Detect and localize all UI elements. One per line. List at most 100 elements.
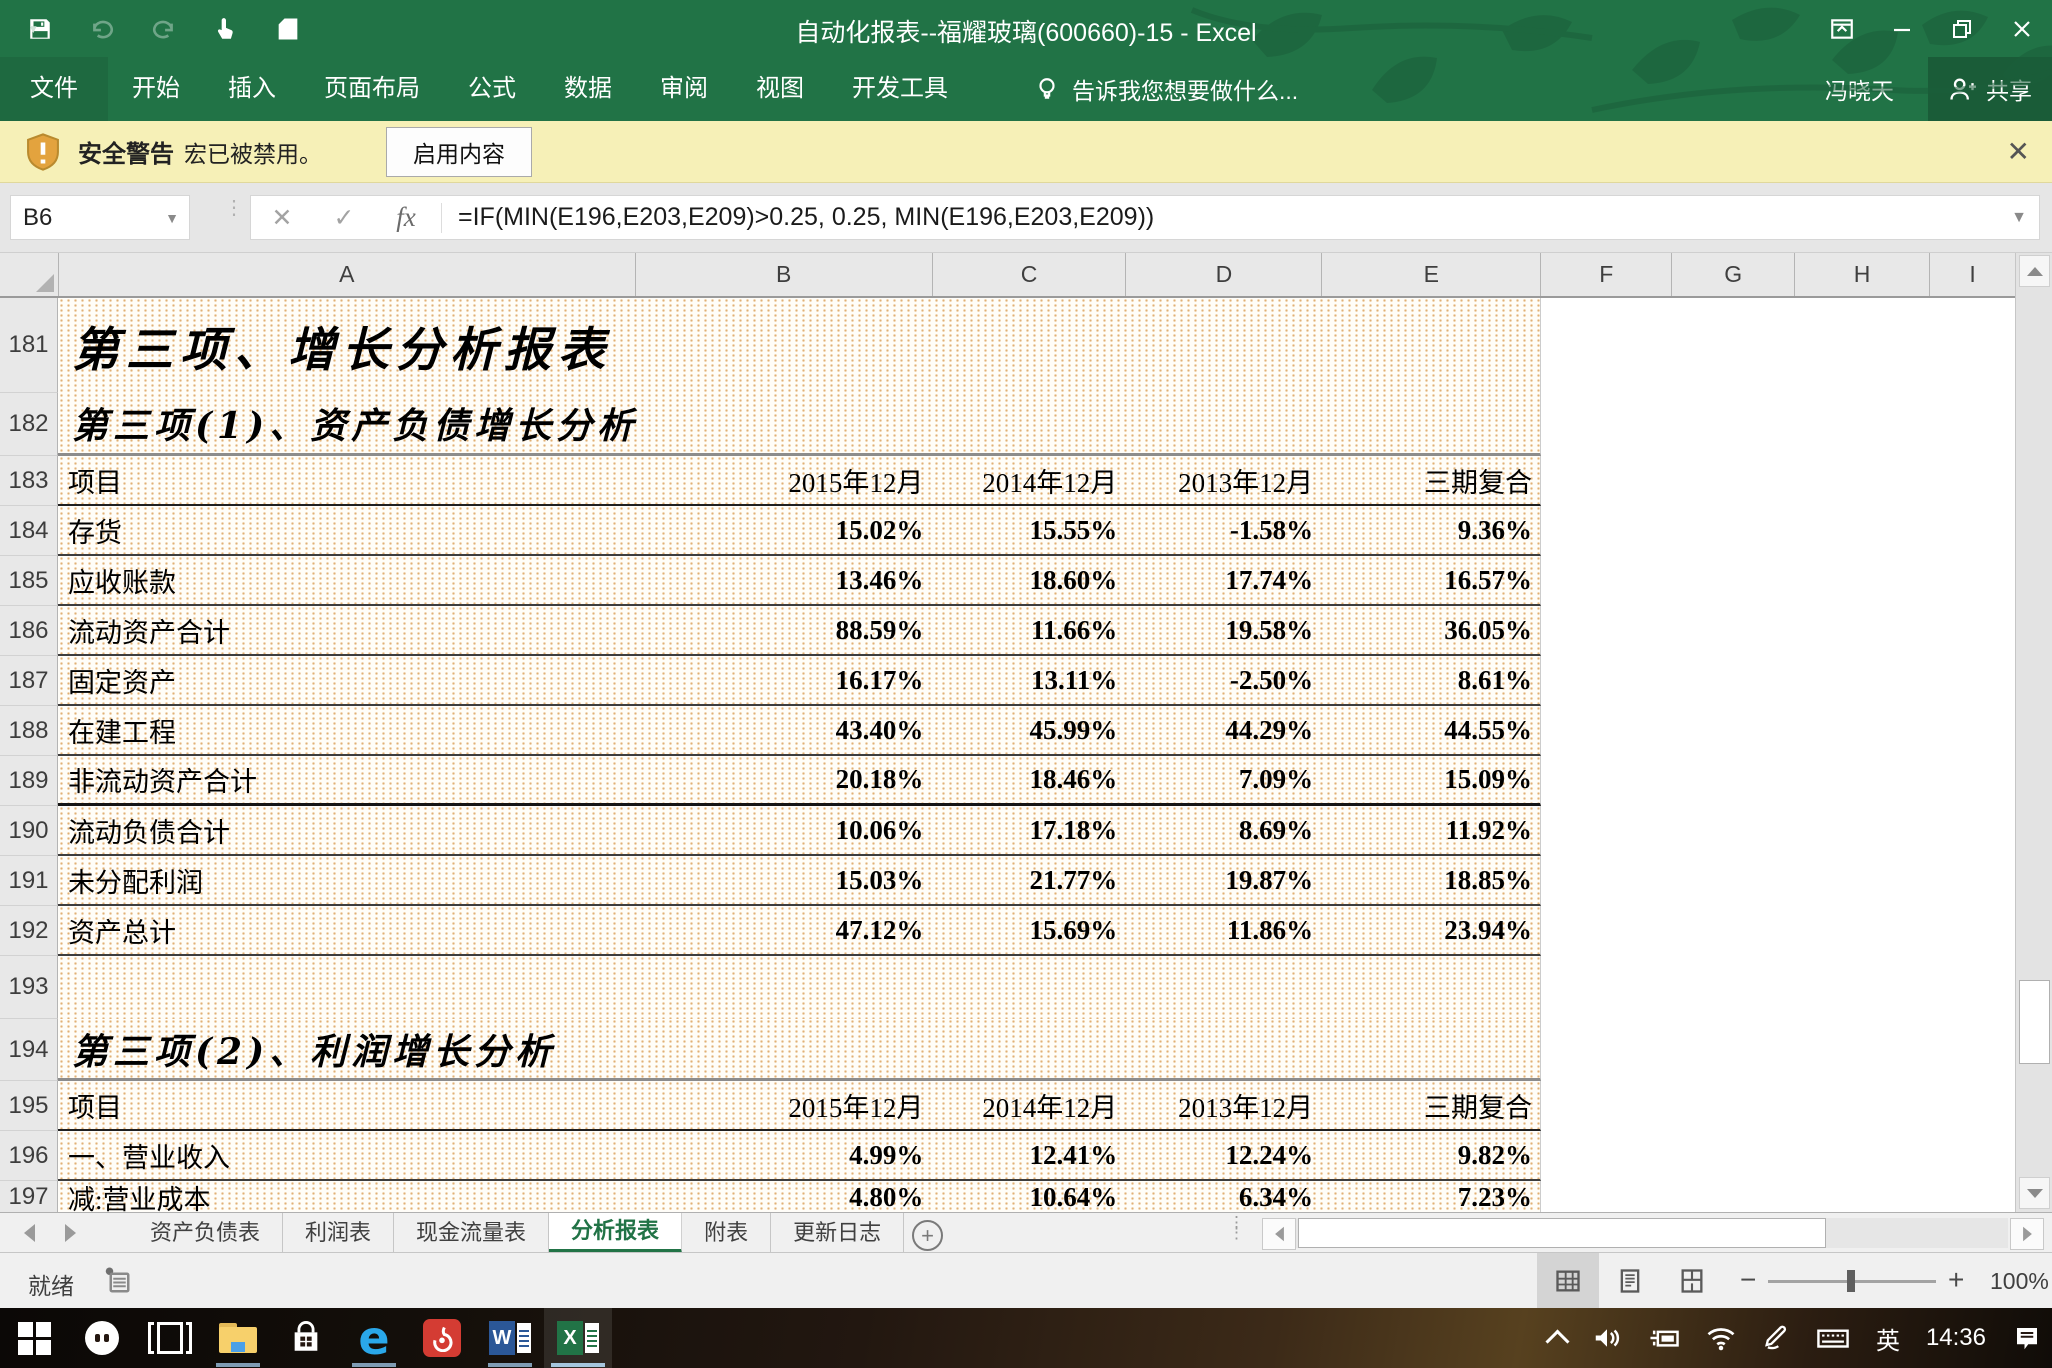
close-icon[interactable] [1992, 0, 2052, 57]
scroll-down-icon[interactable] [2019, 1177, 2050, 1209]
message-bar-close-icon[interactable]: ✕ [2007, 138, 2030, 166]
scroll-up-icon[interactable] [2019, 255, 2050, 287]
cell-A187[interactable]: 固定资产 [58, 656, 635, 704]
ribbon-tab-公式[interactable]: 公式 [444, 57, 540, 121]
column-header-A[interactable]: A [59, 252, 636, 296]
cell-C185[interactable]: 18.60% [931, 556, 1125, 604]
tray-chevron-icon[interactable] [1549, 1327, 1566, 1350]
column-header-B[interactable]: B [636, 252, 933, 296]
ribbon-tab-插入[interactable]: 插入 [204, 57, 300, 121]
formula-expand-icon[interactable]: ▼ [2011, 209, 2027, 227]
cell-D187[interactable]: -2.50% [1125, 656, 1321, 704]
speaker-icon[interactable] [1592, 1323, 1622, 1353]
cell-B187[interactable]: 16.17% [635, 656, 932, 704]
cell-C188[interactable]: 45.99% [931, 706, 1125, 754]
ribbon-tab-数据[interactable]: 数据 [540, 57, 636, 121]
cell-B196[interactable]: 4.99% [635, 1131, 932, 1179]
user-name[interactable]: 冯晓天 [1825, 72, 1894, 106]
cell-E184[interactable]: 9.36% [1321, 506, 1540, 554]
page-layout-view-icon[interactable] [1599, 1253, 1661, 1309]
row-header-181[interactable]: 181 [0, 298, 58, 393]
column-header-H[interactable]: H [1795, 252, 1930, 296]
cell-E185[interactable]: 16.57% [1321, 556, 1540, 604]
cell-A192[interactable]: 资产总计 [58, 906, 635, 954]
formula-text[interactable]: =IF(MIN(E196,E203,E209)>0.25, 0.25, MIN(… [458, 203, 2011, 232]
row-header-192[interactable]: 192 [0, 906, 58, 956]
cell-C190[interactable]: 17.18% [931, 806, 1125, 854]
tab-nav-right-icon[interactable] [65, 1224, 76, 1242]
store-icon[interactable] [272, 1308, 340, 1368]
ime-indicator[interactable]: 英 [1876, 1321, 1900, 1356]
cell-A195[interactable]: 项目 [58, 1081, 635, 1129]
ribbon-tab-审阅[interactable]: 审阅 [636, 57, 732, 121]
cell-C184[interactable]: 15.55% [931, 506, 1125, 554]
cell-B190[interactable]: 10.06% [635, 806, 932, 854]
touch-keyboard-icon[interactable] [1816, 1323, 1850, 1353]
cell-E186[interactable]: 36.05% [1321, 606, 1540, 654]
row-header-193[interactable]: 193 [0, 956, 58, 1019]
cell-D186[interactable]: 19.58% [1125, 606, 1321, 654]
cell-A183[interactable]: 项目 [58, 456, 635, 504]
cell-A196[interactable]: 一、营业收入 [58, 1131, 635, 1179]
cell-A190[interactable]: 流动负债合计 [58, 806, 635, 854]
zoom-out-icon[interactable]: − [1740, 1266, 1756, 1294]
minimize-icon[interactable] [1872, 0, 1932, 57]
cell-D192[interactable]: 11.86% [1125, 906, 1321, 954]
new-sheet-icon[interactable]: + [912, 1220, 943, 1251]
cell-C183[interactable]: 2014年12月 [931, 456, 1125, 504]
qat-customize-dropdown-icon[interactable]: ▾ [30, 0, 37, 57]
cortana-icon[interactable] [68, 1308, 136, 1368]
sheet-tab-更新日志[interactable]: 更新日志 [771, 1213, 904, 1253]
horizontal-scroll-thumb[interactable] [1298, 1218, 1826, 1248]
tell-me-box[interactable]: 告诉我您想要做什么... [1034, 72, 1298, 106]
tab-resize-handle[interactable]: ⋮⋮ [1228, 1218, 1245, 1238]
cell-D188[interactable]: 44.29% [1125, 706, 1321, 754]
cell-D184[interactable]: -1.58% [1125, 506, 1321, 554]
column-header-I[interactable]: I [1930, 252, 2016, 296]
cell-A186[interactable]: 流动资产合计 [58, 606, 635, 654]
row-header-195[interactable]: 195 [0, 1081, 58, 1131]
cell-D190[interactable]: 8.69% [1125, 806, 1321, 854]
enable-content-button[interactable]: 启用内容 [386, 127, 532, 177]
cell-C186[interactable]: 11.66% [931, 606, 1125, 654]
cell-C197[interactable]: 10.64% [931, 1181, 1125, 1214]
cell-B189[interactable]: 20.18% [635, 756, 932, 803]
cell-B191[interactable]: 15.03% [635, 856, 932, 904]
cell-C195[interactable]: 2014年12月 [931, 1081, 1125, 1129]
cell-B192[interactable]: 47.12% [635, 906, 932, 954]
cell-E189[interactable]: 15.09% [1321, 756, 1540, 803]
scroll-right-icon[interactable] [2010, 1218, 2044, 1250]
select-all-corner[interactable] [0, 252, 59, 296]
row-header-187[interactable]: 187 [0, 656, 58, 706]
cell-B183[interactable]: 2015年12月 [635, 456, 932, 504]
column-header-F[interactable]: F [1541, 252, 1672, 296]
file-explorer-icon[interactable] [204, 1308, 272, 1368]
battery-icon[interactable] [1648, 1323, 1680, 1353]
cell-A189[interactable]: 非流动资产合计 [58, 756, 635, 803]
cell-A188[interactable]: 在建工程 [58, 706, 635, 754]
ribbon-display-options-icon[interactable] [1812, 0, 1872, 57]
ribbon-tab-开发工具[interactable]: 开发工具 [828, 57, 972, 121]
ribbon-tab-页面布局[interactable]: 页面布局 [300, 57, 444, 121]
formula-bar-resize-handle[interactable]: ⋮ [224, 204, 244, 213]
page-break-view-icon[interactable] [1661, 1253, 1723, 1309]
word-icon[interactable]: W [476, 1308, 544, 1368]
restore-icon[interactable] [1932, 0, 1992, 57]
cell-B184[interactable]: 15.02% [635, 506, 932, 554]
cell-C196[interactable]: 12.41% [931, 1131, 1125, 1179]
cell-A191[interactable]: 未分配利润 [58, 856, 635, 904]
edge-icon[interactable]: e [340, 1308, 408, 1368]
cell-D197[interactable]: 6.34% [1125, 1181, 1321, 1214]
zoom-slider-handle[interactable] [1847, 1270, 1855, 1292]
cell-D183[interactable]: 2013年12月 [1125, 456, 1321, 504]
cell-D191[interactable]: 19.87% [1125, 856, 1321, 904]
name-box[interactable]: B6 ▼ [10, 195, 190, 240]
cell-A197[interactable]: 减:营业成本 [58, 1181, 635, 1214]
sheet-tab-现金流量表[interactable]: 现金流量表 [394, 1213, 549, 1253]
cell-B195[interactable]: 2015年12月 [635, 1081, 932, 1129]
cell-E197[interactable]: 7.23% [1321, 1181, 1540, 1214]
ribbon-tab-开始[interactable]: 开始 [108, 57, 204, 121]
redo-icon[interactable] [150, 15, 178, 43]
row-header-191[interactable]: 191 [0, 856, 58, 906]
gallery-icon[interactable] [274, 15, 302, 43]
